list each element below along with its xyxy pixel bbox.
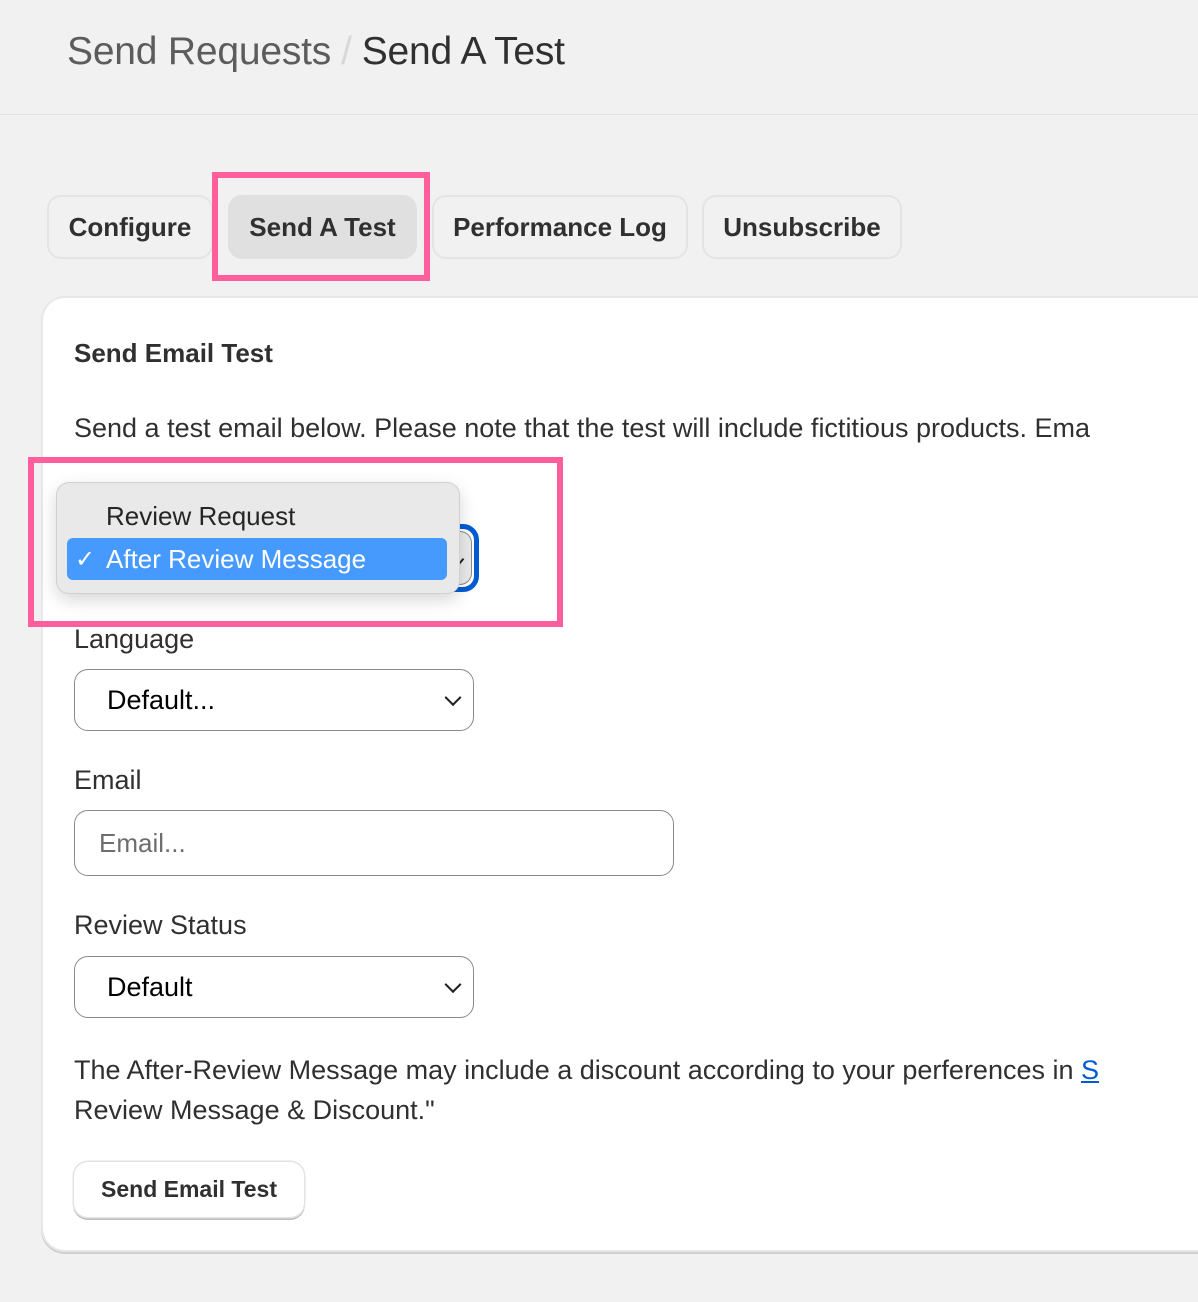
chevron-down-icon (444, 976, 462, 994)
language-label: Language (74, 624, 195, 654)
discount-note-text: The After-Review Message may include a d… (74, 1055, 1082, 1085)
card-description: Send a test email below. Please note tha… (74, 413, 1091, 443)
language-select-value: Default... (107, 684, 216, 715)
language-select[interactable]: Default... (74, 669, 474, 731)
chevron-down-icon (444, 689, 462, 707)
card-title: Send Email Test (74, 338, 273, 368)
highlight-box-tab (212, 172, 430, 281)
breadcrumb-separator: / (341, 30, 352, 73)
discount-note: The After-Review Message may include a d… (74, 1050, 1198, 1130)
page-header: Send Requests / Send A Test (0, 0, 1198, 115)
review-status-select[interactable]: Default (74, 956, 474, 1018)
email-label: Email (74, 765, 142, 795)
highlight-box-dropdown (28, 457, 563, 627)
discount-note-text-cont: Review Message & Discount." (74, 1095, 435, 1125)
tab-configure[interactable]: Configure (47, 195, 213, 259)
review-status-label: Review Status (74, 910, 247, 940)
email-input[interactable] (74, 810, 674, 876)
breadcrumb-parent-link[interactable]: Send Requests (67, 30, 331, 73)
send-email-test-button[interactable]: Send Email Test (74, 1162, 304, 1217)
send-email-test-card: Send Email Test Send a test email below.… (43, 298, 1198, 1250)
breadcrumb: Send Requests / Send A Test (67, 30, 565, 74)
review-status-select-value: Default (107, 971, 193, 1002)
tab-performance-log[interactable]: Performance Log (432, 195, 688, 259)
settings-link[interactable]: S (1081, 1055, 1099, 1085)
tab-unsubscribe[interactable]: Unsubscribe (702, 195, 902, 259)
breadcrumb-current: Send A Test (361, 30, 565, 73)
